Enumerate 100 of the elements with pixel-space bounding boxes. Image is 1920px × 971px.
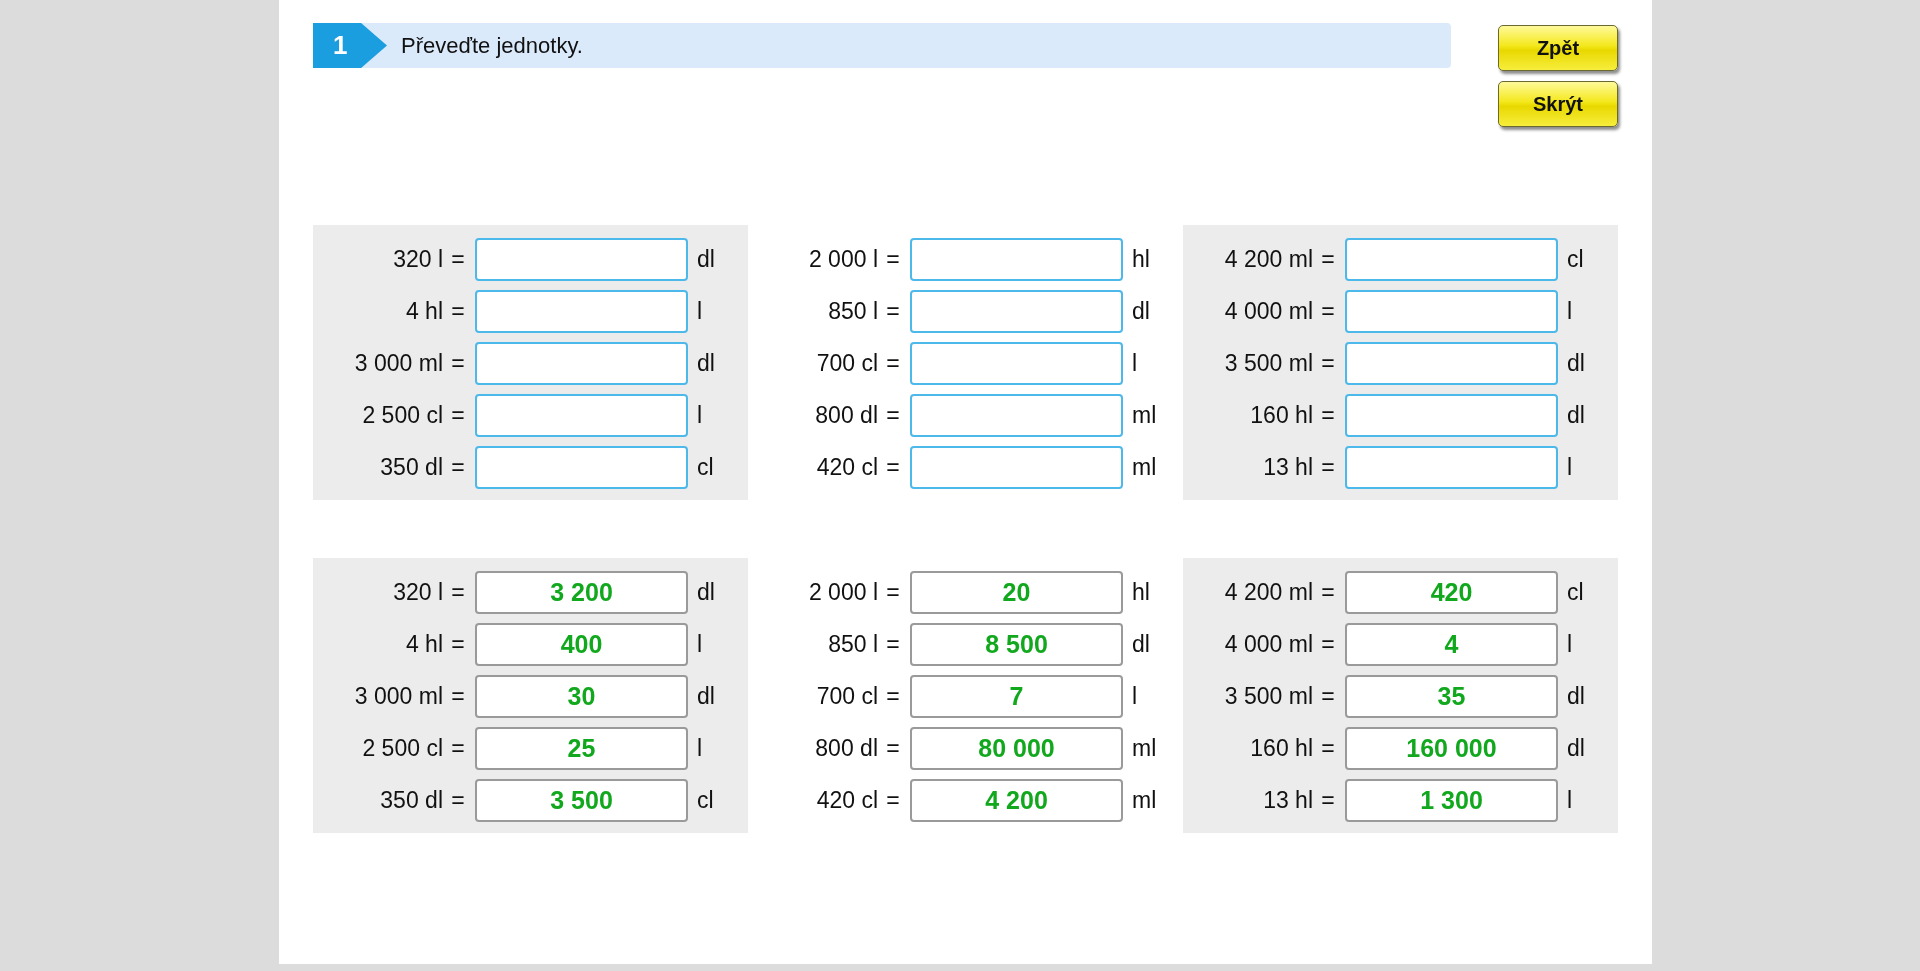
unit-text: dl [1567, 402, 1585, 429]
unit-text: ml [1132, 787, 1157, 814]
equals-sign: = [1321, 246, 1335, 273]
quantity-text: 350 dl [380, 454, 443, 481]
answer-field[interactable] [1345, 342, 1558, 385]
unit-text: dl [1567, 350, 1585, 377]
equals-sign: = [1321, 735, 1335, 762]
quantity-text: 4 200 ml [1224, 579, 1313, 606]
quantity-text: 4 000 ml [1224, 298, 1313, 325]
answer-field[interactable]: 3 200 [475, 571, 688, 614]
answer-field[interactable] [475, 446, 688, 489]
unit-text: l [1132, 683, 1138, 710]
quantity-text: 350 dl [380, 787, 443, 814]
unit-text: l [1132, 350, 1138, 377]
answer-field[interactable] [910, 342, 1123, 385]
quantity-text: 4 000 ml [1224, 631, 1313, 658]
equals-sign: = [1321, 298, 1335, 325]
equals-sign: = [451, 454, 465, 481]
quantity-text: 13 hl [1263, 787, 1313, 814]
quantity-text: 800 dl [815, 735, 878, 762]
quantity-text: 13 hl [1263, 454, 1313, 481]
equals-sign: = [451, 298, 465, 325]
unit-text: dl [1132, 631, 1150, 658]
quantity-text: 3 500 ml [1224, 350, 1313, 377]
quantity-text: 700 cl [816, 683, 878, 710]
answer-field[interactable]: 160 000 [1345, 727, 1558, 770]
quantity-text: 320 l [393, 579, 443, 606]
answer-field[interactable] [1345, 290, 1558, 333]
exercise-number: 1 [313, 23, 387, 68]
equals-sign: = [451, 350, 465, 377]
equals-sign: = [451, 246, 465, 273]
hide-button[interactable]: Skrýt [1498, 81, 1618, 127]
equals-sign: = [886, 579, 900, 606]
answer-field[interactable]: 420 [1345, 571, 1558, 614]
equals-sign: = [1321, 683, 1335, 710]
quantity-text: 3 000 ml [354, 350, 443, 377]
answer-field[interactable]: 1 300 [1345, 779, 1558, 822]
unit-text: l [1567, 787, 1573, 814]
unit-text: dl [1567, 735, 1585, 762]
answer-field[interactable] [1345, 238, 1558, 281]
answer-field[interactable]: 20 [910, 571, 1123, 614]
answer-field[interactable] [475, 342, 688, 385]
answer-field[interactable]: 8 500 [910, 623, 1123, 666]
answer-field[interactable]: 4 [1345, 623, 1558, 666]
answer-field[interactable] [1345, 446, 1558, 489]
quantity-text: 4 hl [405, 298, 443, 325]
equals-sign: = [886, 350, 900, 377]
unit-text: cl [1567, 579, 1584, 606]
unit-text: hl [1132, 579, 1150, 606]
equals-sign: = [1321, 350, 1335, 377]
back-button[interactable]: Zpět [1498, 25, 1618, 71]
answer-field[interactable]: 35 [1345, 675, 1558, 718]
quantity-text: 420 cl [816, 787, 878, 814]
equals-sign: = [451, 683, 465, 710]
quantity-text: 160 hl [1250, 735, 1313, 762]
equals-sign: = [886, 683, 900, 710]
answer-field[interactable]: 7 [910, 675, 1123, 718]
equals-sign: = [451, 402, 465, 429]
answer-field[interactable]: 3 500 [475, 779, 688, 822]
answer-field[interactable]: 400 [475, 623, 688, 666]
answer-field[interactable] [910, 446, 1123, 489]
instruction-text: Převeďte jednotky. [401, 32, 583, 59]
equals-sign: = [451, 631, 465, 658]
answer-field[interactable] [475, 394, 688, 437]
unit-text: l [697, 631, 703, 658]
answer-field[interactable]: 25 [475, 727, 688, 770]
answer-field[interactable] [910, 394, 1123, 437]
unit-text: l [1567, 298, 1573, 325]
equals-sign: = [451, 735, 465, 762]
unit-text: dl [1132, 298, 1150, 325]
quantity-text: 2 000 l [808, 579, 878, 606]
quantity-text: 4 200 ml [1224, 246, 1313, 273]
unit-text: dl [697, 350, 715, 377]
answer-field[interactable] [475, 290, 688, 333]
answer-field[interactable] [910, 238, 1123, 281]
unit-text: ml [1132, 454, 1157, 481]
unit-text: cl [697, 787, 714, 814]
quantity-text: 4 hl [405, 631, 443, 658]
answer-field[interactable]: 80 000 [910, 727, 1123, 770]
unit-text: l [697, 298, 703, 325]
answer-field[interactable]: 30 [475, 675, 688, 718]
answer-field[interactable]: 4 200 [910, 779, 1123, 822]
unit-text: dl [1567, 683, 1585, 710]
quantity-text: 160 hl [1250, 402, 1313, 429]
unit-text: dl [697, 246, 715, 273]
quantity-text: 850 l [828, 631, 878, 658]
answer-field[interactable] [1345, 394, 1558, 437]
equals-sign: = [886, 402, 900, 429]
equals-sign: = [1321, 631, 1335, 658]
equals-sign: = [886, 787, 900, 814]
equals-sign: = [1321, 579, 1335, 606]
unit-text: dl [697, 579, 715, 606]
quantity-text: 2 000 l [808, 246, 878, 273]
unit-text: l [697, 735, 703, 762]
equals-sign: = [1321, 454, 1335, 481]
unit-text: ml [1132, 735, 1157, 762]
answer-field[interactable] [910, 290, 1123, 333]
unit-text: cl [697, 454, 714, 481]
equals-sign: = [886, 454, 900, 481]
answer-field[interactable] [475, 238, 688, 281]
